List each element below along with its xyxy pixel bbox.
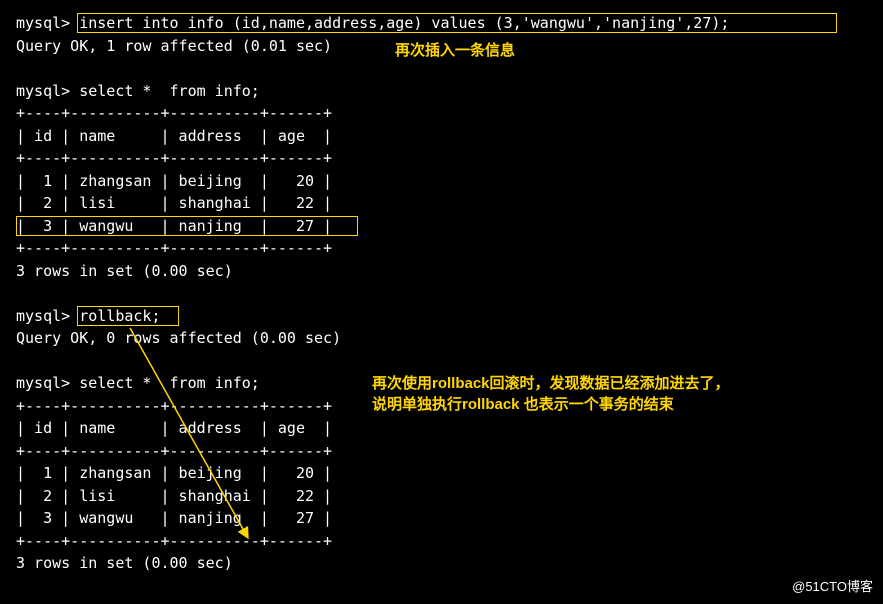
select-command-2: select * from info;: [79, 374, 260, 392]
table-row: | 1 | zhangsan | beijing | 20 |: [16, 464, 332, 482]
table-row: | 2 | lisi | shanghai | 22 |: [16, 487, 332, 505]
prompt: mysql>: [16, 374, 79, 392]
insert-result: Query OK, 1 row affected (0.01 sec): [16, 37, 332, 55]
table-header: | id | name | address | age |: [16, 127, 332, 145]
table-border: +----+----------+----------+------+: [16, 239, 332, 257]
table-row: | 3 | wangwu | nanjing | 27 |: [16, 217, 332, 235]
watermark: @51CTO博客: [792, 577, 873, 597]
rollback-command: rollback;: [79, 307, 160, 325]
table-row: | 1 | zhangsan | beijing | 20 |: [16, 172, 332, 190]
terminal-output: mysql> insert into info (id,name,address…: [16, 12, 883, 575]
table-row: | 2 | lisi | shanghai | 22 |: [16, 194, 332, 212]
prompt: mysql>: [16, 14, 79, 32]
table-header: | id | name | address | age |: [16, 419, 332, 437]
select-command-1: select * from info;: [79, 82, 260, 100]
table-border: +----+----------+----------+------+: [16, 397, 332, 415]
annotation-insert: 再次插入一条信息: [395, 40, 515, 63]
rows-count: 3 rows in set (0.00 sec): [16, 554, 233, 572]
table-row: | 3 | wangwu | nanjing | 27 |: [16, 509, 332, 527]
table-border: +----+----------+----------+------+: [16, 104, 332, 122]
insert-command: insert into info (id,name,address,age) v…: [79, 14, 729, 32]
table-border: +----+----------+----------+------+: [16, 149, 332, 167]
table-border: +----+----------+----------+------+: [16, 532, 332, 550]
rollback-result: Query OK, 0 rows affected (0.00 sec): [16, 329, 341, 347]
prompt: mysql>: [16, 82, 79, 100]
table-border: +----+----------+----------+------+: [16, 442, 332, 460]
annotation-rollback-1: 再次使用rollback回滚时，发现数据已经添加进去了，: [372, 373, 730, 396]
prompt: mysql>: [16, 307, 79, 325]
rows-count: 3 rows in set (0.00 sec): [16, 262, 233, 280]
annotation-rollback-2: 说明单独执行rollback 也表示一个事务的结束: [372, 394, 674, 417]
